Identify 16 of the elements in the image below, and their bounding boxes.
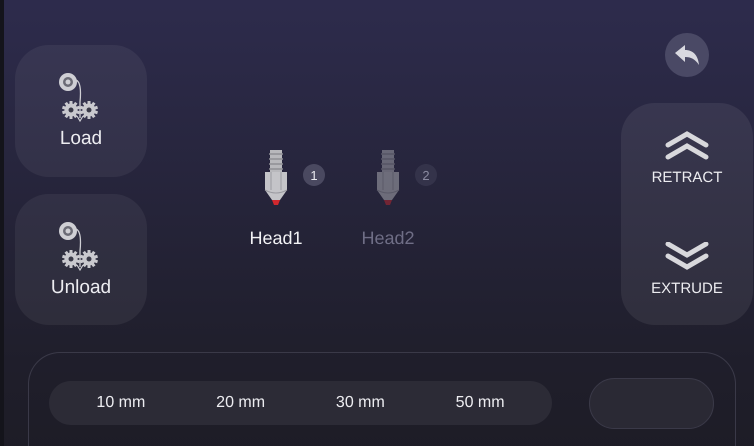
nozzle-icon[interactable] (263, 148, 289, 208)
extrude-button[interactable]: EXTRUDE (647, 240, 727, 299)
distance-option[interactable]: 50 mm (450, 390, 511, 416)
retract-button[interactable]: RETRACT (648, 129, 726, 188)
head-label[interactable]: Head1 (249, 228, 309, 249)
unload-button[interactable]: Unload (15, 194, 147, 325)
head-number-badge: 2 (415, 164, 437, 186)
distance-option[interactable]: 20 mm (210, 390, 272, 416)
back-arrow-icon (674, 44, 700, 66)
back-button[interactable] (665, 33, 709, 77)
head-number-badge: 1 (303, 164, 325, 186)
distance-option[interactable]: 30 mm (330, 390, 391, 416)
distance-option[interactable]: 10 mm (90, 390, 152, 416)
double-chevron-up-icon (665, 131, 709, 161)
load-button[interactable]: Load (15, 45, 147, 177)
double-chevron-down-icon (665, 242, 709, 272)
